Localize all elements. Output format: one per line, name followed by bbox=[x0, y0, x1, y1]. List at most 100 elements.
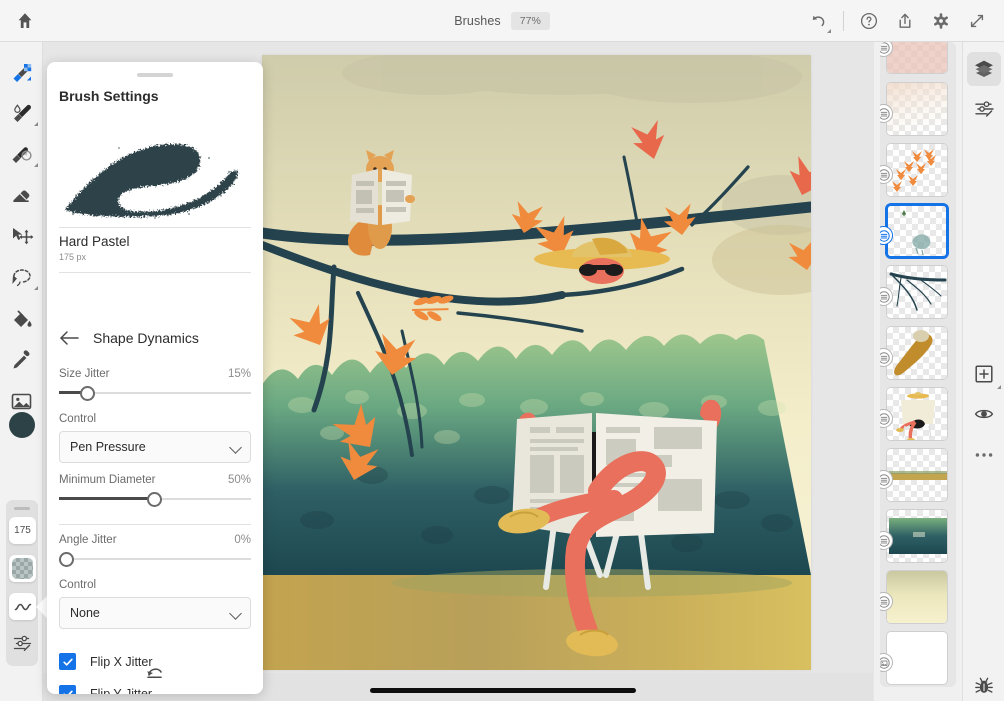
tool-fill[interactable] bbox=[0, 300, 43, 337]
brush-stroke-preview bbox=[59, 114, 251, 222]
layers-strip[interactable] bbox=[874, 42, 962, 701]
add-layer-button[interactable] bbox=[963, 355, 1004, 393]
angle-jitter-slider[interactable]: Angle Jitter 0% bbox=[59, 534, 251, 568]
tool-smudge-brush[interactable] bbox=[0, 136, 43, 173]
slider-knob[interactable] bbox=[147, 492, 163, 507]
slider-knob[interactable] bbox=[59, 552, 74, 567]
tool-flyout-indicator bbox=[34, 122, 38, 126]
brush-size-value: 175 bbox=[14, 525, 31, 536]
control-label-1: Control bbox=[59, 413, 97, 425]
minimum-diameter-value: 50% bbox=[227, 474, 251, 486]
app-root: Brushes 77% 175 Brush Settings Hard Past… bbox=[0, 0, 1004, 701]
paint-brush-icon bbox=[13, 63, 31, 82]
angle-jitter-track[interactable] bbox=[59, 550, 251, 568]
tool-blend-brush[interactable] bbox=[0, 95, 43, 132]
minimum-diameter-slider[interactable]: Minimum Diameter 50% bbox=[59, 474, 251, 508]
chevron-down-icon bbox=[229, 607, 242, 620]
control-select-box-1[interactable]: Pen Pressure bbox=[59, 431, 251, 463]
page-title: Brushes bbox=[454, 14, 501, 28]
layers-blend-icon bbox=[880, 229, 890, 242]
layers-icon bbox=[973, 58, 995, 80]
artboard[interactable] bbox=[262, 55, 811, 670]
layer-thumbnail-7[interactable] bbox=[886, 387, 948, 441]
layer-thumbnail-3[interactable] bbox=[886, 143, 948, 197]
brush-opacity-button[interactable] bbox=[9, 555, 36, 582]
size-jitter-track[interactable] bbox=[59, 384, 251, 402]
current-brush-info[interactable]: Hard Pastel 175 px bbox=[59, 234, 251, 262]
home-indicator[interactable] bbox=[370, 688, 636, 693]
chevron-down-icon bbox=[229, 441, 242, 454]
active-color-swatch[interactable] bbox=[9, 412, 35, 438]
top-toolbar: Brushes 77% bbox=[0, 0, 1004, 42]
tool-paint-brush[interactable] bbox=[0, 54, 43, 91]
brush-smoothing-button[interactable] bbox=[9, 593, 36, 620]
paint-bucket-icon bbox=[13, 310, 31, 327]
brush-size-label: 175 px bbox=[59, 252, 87, 262]
layer-background[interactable] bbox=[886, 631, 948, 685]
layers-panel-button[interactable] bbox=[963, 50, 1004, 88]
layer-thumbnail-10[interactable] bbox=[886, 570, 948, 624]
water-drop-brush-icon bbox=[13, 103, 31, 122]
flip-y-jitter-checkbox[interactable]: Flip Y Jitter bbox=[59, 685, 152, 694]
layer-thumbnail-6[interactable] bbox=[886, 326, 948, 380]
tool-eraser[interactable] bbox=[0, 177, 43, 214]
control-select-box-2[interactable]: None bbox=[59, 597, 251, 629]
layers-blend-icon bbox=[880, 42, 890, 54]
more-options-button[interactable] bbox=[963, 436, 1004, 474]
reset-icon bbox=[144, 664, 166, 680]
control-select-value-2: None bbox=[70, 606, 100, 620]
tool-flyout-indicator bbox=[34, 163, 38, 167]
layer-thumbnail-9[interactable] bbox=[886, 509, 948, 563]
fullscreen-button[interactable] bbox=[960, 4, 994, 38]
zoom-level-badge[interactable]: 77% bbox=[510, 11, 550, 31]
brush-settings-button[interactable] bbox=[9, 628, 36, 658]
checkbox-checked-icon[interactable] bbox=[59, 685, 76, 694]
slider-knob[interactable] bbox=[80, 386, 96, 401]
layers-blend-icon bbox=[880, 473, 890, 486]
panel-grabber[interactable] bbox=[137, 73, 173, 77]
layers-blend-icon bbox=[880, 168, 890, 181]
arrow-left-icon[interactable] bbox=[59, 330, 79, 346]
layer-thumbnail-2[interactable] bbox=[886, 82, 948, 136]
add-layer-flyout-indicator bbox=[997, 385, 1001, 389]
help-button[interactable] bbox=[852, 4, 886, 38]
layers-scroll[interactable] bbox=[880, 42, 956, 687]
angle-jitter-value: 0% bbox=[234, 534, 251, 546]
divider bbox=[59, 227, 251, 228]
minimum-diameter-label: Minimum Diameter bbox=[59, 474, 156, 486]
top-actions bbox=[801, 0, 994, 42]
checker-square-icon bbox=[12, 558, 33, 579]
tool-lasso-select[interactable] bbox=[0, 259, 43, 296]
expand-diagonal-icon bbox=[967, 11, 987, 31]
lasso-select-icon bbox=[11, 268, 31, 286]
layers-blend-icon bbox=[880, 534, 890, 547]
share-button[interactable] bbox=[888, 4, 922, 38]
tool-eyedropper[interactable] bbox=[0, 341, 43, 378]
minimum-diameter-track[interactable] bbox=[59, 490, 251, 508]
layer-thumbnail-8[interactable] bbox=[886, 448, 948, 502]
feedback-bug-button[interactable] bbox=[963, 667, 1004, 701]
adjustments-panel-button[interactable] bbox=[963, 90, 1004, 128]
reset-button[interactable] bbox=[47, 664, 263, 680]
size-jitter-control-select[interactable]: Control Pen Pressure bbox=[59, 413, 251, 463]
panel-pointer bbox=[36, 596, 47, 618]
settings-button[interactable] bbox=[924, 4, 958, 38]
tool-flyout-indicator bbox=[34, 286, 38, 290]
control-select-value-1: Pen Pressure bbox=[70, 440, 146, 454]
layer-thumbnail-4[interactable] bbox=[886, 204, 948, 258]
brush-name: Hard Pastel bbox=[59, 234, 130, 249]
angle-jitter-control-select[interactable]: Control None bbox=[59, 579, 251, 629]
group-grabber[interactable] bbox=[14, 507, 30, 510]
brush-size-button[interactable]: 175 bbox=[9, 517, 36, 544]
layer-thumbnail-5[interactable] bbox=[886, 265, 948, 319]
size-jitter-slider[interactable]: Size Jitter 15% bbox=[59, 368, 251, 402]
bug-icon bbox=[973, 675, 995, 697]
undo-button[interactable] bbox=[801, 4, 835, 38]
tool-transform[interactable] bbox=[0, 218, 43, 255]
layer-thumbnail-1[interactable] bbox=[886, 42, 948, 74]
section-header[interactable]: Shape Dynamics bbox=[59, 330, 251, 346]
image-icon bbox=[880, 656, 890, 669]
brush-properties-group: 175 bbox=[6, 500, 38, 666]
layers-blend-icon bbox=[880, 107, 890, 120]
layer-visibility-button[interactable] bbox=[963, 395, 1004, 433]
